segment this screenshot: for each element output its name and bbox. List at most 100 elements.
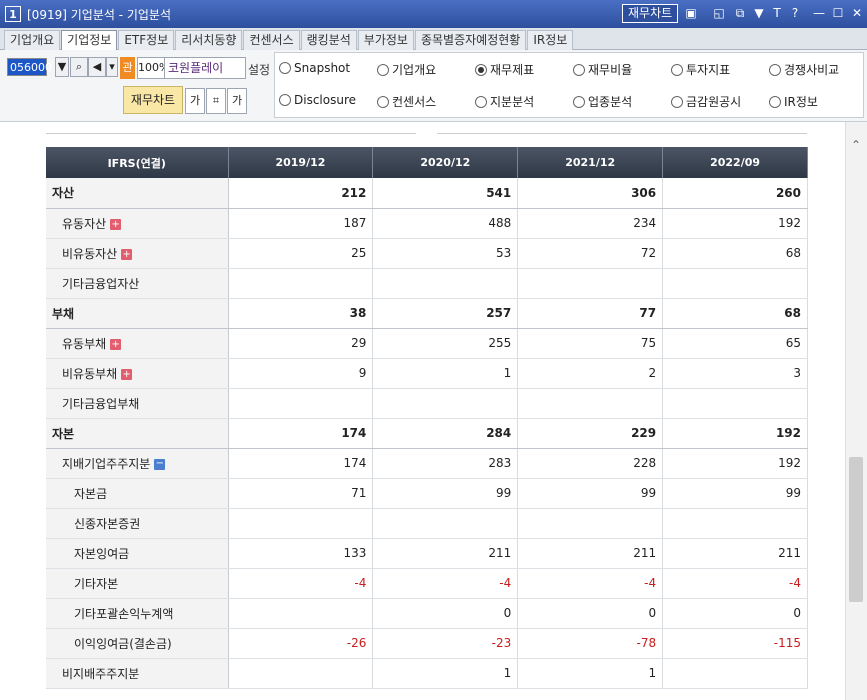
vertical-scrollbar[interactable]: ⌃ bbox=[845, 122, 867, 700]
radio-10[interactable]: 금감원공시 bbox=[671, 93, 741, 110]
radio-circle-icon[interactable] bbox=[475, 95, 487, 108]
table-cell: 187 bbox=[228, 208, 374, 239]
table-cell bbox=[228, 598, 374, 629]
expand-icon[interactable]: + bbox=[121, 248, 133, 260]
tab-5[interactable]: 랭킹분석 bbox=[300, 30, 357, 50]
row-label[interactable]: 유동자산 + bbox=[46, 208, 229, 239]
row-label-text: 자본잉여금 bbox=[74, 546, 130, 561]
options-dropdown-icon[interactable]: ▾ bbox=[106, 57, 118, 77]
table-cell: 488 bbox=[372, 208, 519, 239]
financial-chart-button[interactable]: 재무차트 bbox=[622, 4, 679, 23]
table-cell: 0 bbox=[662, 598, 808, 629]
radio-circle-icon[interactable] bbox=[769, 63, 781, 76]
expand-icon[interactable]: + bbox=[121, 368, 133, 380]
toolbar: 056000 ▼ ⌕ ◀ ▾ 관 100% 코원플레이 설정 재무차트 가 ⌗ … bbox=[0, 50, 867, 122]
radio-circle-icon[interactable] bbox=[573, 95, 585, 108]
chart-icon[interactable]: ▣ bbox=[684, 6, 698, 20]
radio-1[interactable]: 기업개요 bbox=[377, 61, 436, 78]
radio-label: 컨센서스 bbox=[392, 95, 437, 109]
radio-circle-icon[interactable] bbox=[769, 95, 781, 108]
table-cell bbox=[372, 388, 519, 419]
expand-icon[interactable]: + bbox=[110, 338, 122, 350]
radio-11[interactable]: IR정보 bbox=[769, 93, 818, 110]
table-row: 비유동자산 +25 53 72 68 bbox=[46, 238, 808, 269]
collapse-icon[interactable]: − bbox=[154, 458, 166, 470]
radio-circle-icon[interactable] bbox=[475, 63, 487, 76]
row-label[interactable]: 유동부채 + bbox=[46, 328, 229, 359]
expand-icon[interactable]: + bbox=[110, 218, 122, 230]
radio-7[interactable]: 컨센서스 bbox=[377, 93, 436, 110]
table-cell bbox=[517, 508, 664, 539]
radio-8[interactable]: 지분분석 bbox=[475, 93, 534, 110]
scroll-thumb[interactable] bbox=[849, 457, 863, 602]
row-label[interactable]: 비유동자산 + bbox=[46, 238, 229, 269]
table-row: 신종자본증권 bbox=[46, 508, 808, 539]
search-icon[interactable]: ⌕ bbox=[70, 57, 88, 77]
table-cell: 255 bbox=[372, 328, 519, 359]
stock-code-input[interactable]: 056000 bbox=[7, 58, 52, 76]
row-label: 기타자본 bbox=[46, 568, 229, 599]
radio-3[interactable]: 재무비율 bbox=[573, 61, 632, 78]
row-label[interactable]: 비유동부채 + bbox=[46, 358, 229, 389]
radio-9[interactable]: 업종분석 bbox=[573, 93, 632, 110]
radio-circle-icon[interactable] bbox=[377, 63, 389, 76]
title-bar: 1 [0919] 기업분석 - 기업분석 재무차트 ▣ ◱ ⧉ ▼ T ? — … bbox=[0, 0, 867, 28]
radio-circle-icon[interactable] bbox=[671, 95, 683, 108]
close-icon[interactable]: ✕ bbox=[850, 6, 864, 20]
pin-icon[interactable]: ▼ bbox=[752, 6, 766, 20]
zoom-level[interactable]: 100% bbox=[137, 57, 169, 79]
table-cell: 65 bbox=[662, 328, 808, 359]
table-cell: 99 bbox=[517, 478, 664, 509]
jaemu-chart-button[interactable]: 재무차트 bbox=[123, 86, 183, 114]
table-header: IFRS(연결) 2019/12 2020/12 2021/12 2022/09 bbox=[46, 147, 808, 178]
maximize-icon[interactable]: ☐ bbox=[831, 6, 845, 20]
table-cell: 77 bbox=[517, 298, 664, 329]
row-label[interactable]: 지배기업주주지분 − bbox=[46, 448, 229, 479]
tab-4[interactable]: 컨센서스 bbox=[243, 30, 300, 50]
radio-circle-icon[interactable] bbox=[377, 95, 389, 108]
row-label-text: 비유동부채 bbox=[62, 366, 118, 381]
table-cell: 53 bbox=[372, 238, 519, 269]
speaker-icon[interactable]: ◀ bbox=[88, 57, 106, 77]
balance-sheet-table: IFRS(연결) 2019/12 2020/12 2021/12 2022/09 자산 2… bbox=[46, 147, 808, 689]
row-label-text: 자본금 bbox=[74, 486, 108, 501]
tab-8[interactable]: IR정보 bbox=[527, 30, 574, 50]
radio-circle-icon[interactable] bbox=[279, 94, 291, 106]
font-increase-button[interactable]: 가 bbox=[227, 88, 247, 114]
radio-circle-icon[interactable] bbox=[671, 63, 683, 76]
radio-circle-icon[interactable] bbox=[279, 62, 291, 74]
radio-circle-icon[interactable] bbox=[573, 63, 585, 76]
code-dropdown-icon[interactable]: ▼ bbox=[55, 57, 69, 77]
font-icon[interactable]: T bbox=[770, 6, 784, 20]
fit-screen-icon[interactable]: ⌗ bbox=[206, 88, 226, 114]
tab-3[interactable]: 리서치동향 bbox=[175, 30, 243, 50]
table-row: 이익잉여금(결손금) -26 -23 -78 -115 bbox=[46, 628, 808, 659]
radio-4[interactable]: 투자지표 bbox=[671, 61, 730, 78]
row-label: 이익잉여금(결손금) bbox=[46, 628, 229, 659]
table-cell: -4 bbox=[517, 568, 664, 599]
row-label-text: 자산 bbox=[52, 186, 75, 201]
tab-2[interactable]: ETF정보 bbox=[118, 30, 175, 50]
radio-2[interactable]: 재무제표 bbox=[475, 61, 534, 78]
table-row: 유동자산 +187 488 234 192 bbox=[46, 208, 808, 239]
radio-6[interactable]: Disclosure bbox=[279, 93, 356, 107]
row-label-text: 기타자본 bbox=[74, 576, 119, 591]
row-label: 비지배주주지분 bbox=[46, 658, 229, 689]
scroll-up-icon[interactable]: ⌃ bbox=[851, 138, 861, 152]
font-decrease-button[interactable]: 가 bbox=[185, 88, 205, 114]
company-name: 코원플레이 bbox=[164, 57, 246, 79]
tab-7[interactable]: 종목별증자예정현황 bbox=[414, 30, 527, 50]
radio-0[interactable]: Snapshot bbox=[279, 61, 350, 75]
settings-button[interactable]: 설정 bbox=[248, 61, 270, 78]
help-icon[interactable]: ? bbox=[788, 6, 802, 20]
row-label-text: 지배기업주주지분 bbox=[62, 456, 151, 471]
radio-5[interactable]: 경쟁사비교 bbox=[769, 61, 839, 78]
row-label-text: 비유동자산 bbox=[62, 246, 118, 261]
tab-6[interactable]: 부가정보 bbox=[357, 30, 414, 50]
tab-0[interactable]: 기업개요 bbox=[4, 30, 61, 50]
minimize-icon[interactable]: — bbox=[812, 6, 826, 20]
tab-bar: 기업개요 기업정보 ETF정보 리서치동향 컨센서스 랭킹분석 부가정보 종목별증자예정현황 I… bbox=[0, 28, 867, 51]
restore-icon[interactable]: ◱ bbox=[712, 6, 726, 20]
tab-1[interactable]: 기업정보 bbox=[61, 30, 118, 51]
copy-icon[interactable]: ⧉ bbox=[733, 6, 747, 20]
